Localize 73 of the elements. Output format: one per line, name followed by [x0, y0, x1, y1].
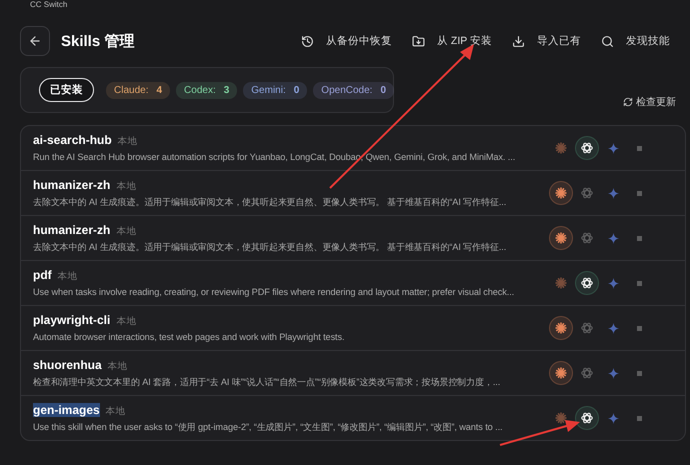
sunburst-icon: [555, 322, 567, 334]
refresh-icon: [623, 97, 633, 107]
skill-description: 检查和清理中英文文本里的 AI 套路，适用于“去 AI 味”“说人话”“自然一点”“别像模板”这类改写需求；按场景控制力度，...: [33, 376, 502, 388]
sunburst-icon: [555, 232, 567, 244]
header-action-button[interactable]: 从备份中恢复: [293, 30, 400, 52]
square-icon: [636, 326, 642, 330]
app-toggle-button[interactable]: [549, 181, 573, 205]
source-label: 本地: [116, 224, 136, 238]
sunburst-icon: [555, 142, 567, 154]
app-toggle-button[interactable]: [575, 271, 599, 295]
sparkle-icon: [608, 188, 618, 198]
count-badge: OpenCode: 0: [313, 82, 394, 98]
count-badge: Claude: 4: [106, 82, 170, 98]
history-icon: [301, 34, 314, 48]
folder-download-icon: [412, 34, 426, 48]
skill-name: humanizer-zh: [33, 222, 110, 236]
skill-description: Run the AI Search Hub browser automation scripts for Yuanbao, LongCat, Doubao, Qwen, Gemini, Grok, and MiniMax. ...: [33, 150, 516, 164]
download-icon: [512, 34, 525, 48]
source-label: 本地: [118, 134, 138, 148]
app-toggle-button[interactable]: [575, 136, 599, 160]
skill-description: Automate browser interactions, test web pages and work with Playwright tests.: [33, 330, 346, 344]
header-action-button[interactable]: 发现技能: [593, 30, 678, 52]
header-action-button[interactable]: 从 ZIP 安装: [404, 30, 500, 52]
skill-name: shuorenhua: [33, 358, 102, 372]
skill-name: humanizer-zh: [33, 178, 110, 192]
skill-name: ai-search-hub: [33, 132, 112, 146]
sparkle-icon: [608, 322, 618, 334]
square-icon: [636, 146, 642, 150]
back-button[interactable]: [20, 26, 50, 56]
skill-name: pdf: [33, 268, 52, 282]
source-label: 本地: [58, 270, 78, 282]
knot-icon: [581, 142, 593, 154]
square-icon: [636, 370, 642, 376]
sparkle-icon: [608, 278, 618, 288]
knot-icon: [581, 367, 593, 379]
page-title: Skills 管理: [61, 32, 134, 50]
square-icon: [636, 190, 642, 196]
sunburst-icon: [555, 187, 567, 199]
knot-icon: [581, 232, 593, 244]
knot-icon: [581, 322, 593, 334]
source-label: 本地: [116, 314, 136, 328]
app-toggle-button[interactable]: [549, 361, 573, 385]
skill-name: playwright-cli: [33, 312, 110, 326]
app-toggle-button[interactable]: [549, 226, 573, 250]
knot-icon: [581, 187, 593, 199]
skill-description: Use this skill when the user asks to “使用 gpt-image-2”, “生成图片”, “文生图”, “修改图片”, “编辑图片”, “改图”, wants to ...: [33, 420, 504, 434]
skill-description: 去除文本中的 AI 生成痕迹。适用于编辑或审阅文本，使其听起来更自然、更像人类书写。 基于维基百科的“AI 写作特征...: [33, 240, 508, 254]
knot-icon: [581, 412, 593, 424]
source-label: 本地: [108, 360, 128, 372]
sparkle-icon: [608, 412, 618, 424]
square-icon: [636, 416, 642, 420]
app-toggle-button[interactable]: [575, 406, 599, 430]
sunburst-icon: [555, 277, 567, 289]
knot-icon: [581, 277, 593, 289]
skill-description: Use when tasks involve reading, creating, or reviewing PDF files where rendering and layout matter; prefer visual check...: [33, 286, 516, 298]
source-label: 本地: [106, 404, 126, 418]
window-title: CC Switch: [30, 0, 68, 8]
sunburst-icon: [555, 367, 567, 379]
skill-description: 去除文本中的 AI 生成痕迹。适用于编辑或审阅文本，使其听起来更自然、更像人类书写。 基于维基百科的“AI 写作特征...: [33, 196, 508, 208]
search-icon: [601, 34, 614, 48]
skill-name: gen-images: [33, 402, 100, 416]
square-icon: [636, 280, 642, 286]
sparkle-icon: [608, 368, 618, 378]
check-update-button[interactable]: 检查更新: [623, 95, 676, 113]
app-toggle-button[interactable]: [549, 316, 573, 340]
installed-tab[interactable]: 已安装: [39, 78, 94, 102]
sparkle-icon: [608, 142, 618, 154]
sparkle-icon: [608, 232, 618, 244]
count-badge: Gemini: 0: [243, 82, 308, 98]
square-icon: [636, 236, 642, 240]
source-label: 本地: [116, 180, 136, 192]
header-action-button[interactable]: 导入已有: [504, 30, 589, 52]
count-badge: Codex: 3: [176, 82, 238, 98]
